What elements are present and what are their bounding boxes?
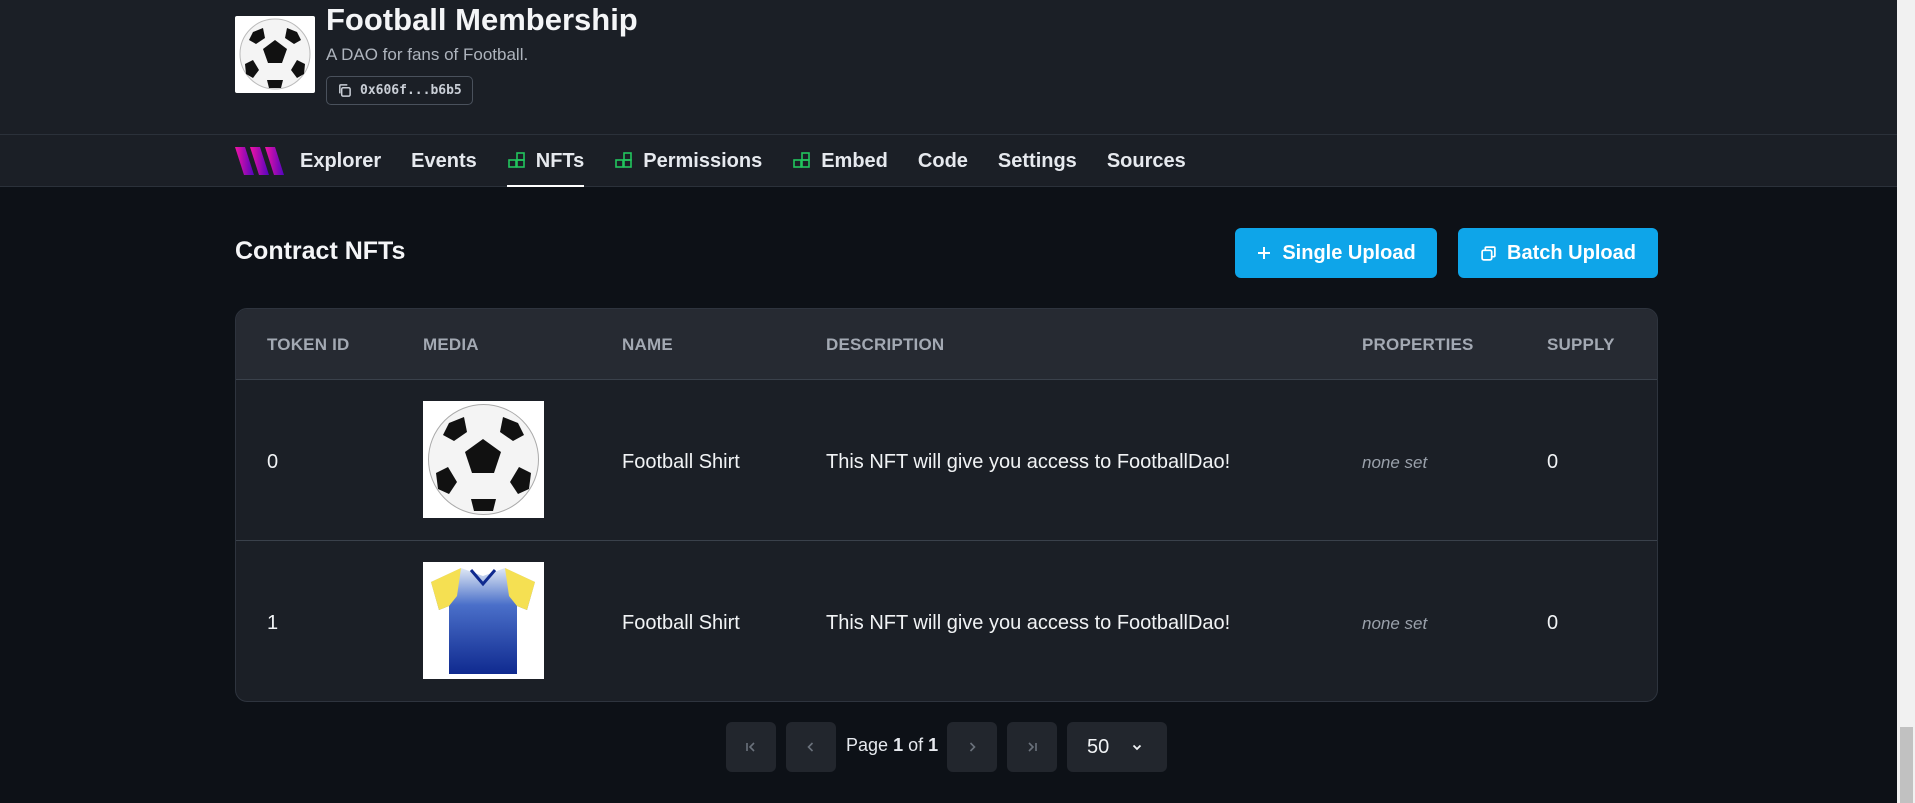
tab-explorer[interactable]: Explorer [300, 135, 381, 187]
column-header-media[interactable]: MEDIA [423, 335, 479, 355]
nft-name: Football Shirt [622, 612, 740, 634]
table-header: TOKEN ID MEDIA NAME DESCRIPTION PROPERTI… [236, 309, 1657, 380]
extension-icon [615, 152, 633, 168]
copy-address-button[interactable]: 0x606f...b6b5 [326, 76, 473, 105]
chevron-left-icon [807, 742, 814, 752]
page-indicator: Page 1 of 1 [846, 735, 938, 756]
nft-description: This NFT will give you access to Footbal… [826, 612, 1231, 634]
single-upload-button[interactable]: Single Upload [1235, 228, 1437, 278]
extension-icon [793, 152, 811, 168]
of-label: of [908, 735, 924, 755]
token-id: 0 [267, 451, 279, 473]
contract-nav: Explorer Events NFTs Permissions Embed C… [0, 135, 1897, 187]
tab-label: Events [411, 149, 477, 172]
tab-events[interactable]: Events [411, 135, 477, 187]
tab-sources[interactable]: Sources [1107, 135, 1186, 187]
nft-table: TOKEN ID MEDIA NAME DESCRIPTION PROPERTI… [235, 308, 1658, 702]
contract-logo [235, 16, 315, 93]
copy-icon [1481, 245, 1496, 261]
first-page-icon [746, 742, 755, 752]
chevron-right-icon [969, 742, 976, 752]
tab-label: Code [917, 149, 968, 172]
tab-permissions[interactable]: Permissions [614, 135, 762, 187]
next-page-button[interactable] [947, 722, 997, 772]
previous-page-button[interactable] [786, 722, 836, 772]
contract-title: Football Membership [326, 2, 638, 37]
tab-label: NFTs [535, 149, 585, 172]
batch-upload-button[interactable]: Batch Upload [1458, 228, 1658, 278]
copy-icon [339, 84, 351, 97]
table-row[interactable]: 0 Football Shirt This NFT will give you … [236, 381, 1657, 541]
thirdweb-logo-icon[interactable] [235, 144, 287, 183]
page-title: Contract NFTs [235, 237, 406, 265]
tab-nfts[interactable]: NFTs [506, 135, 585, 187]
nft-name: Football Shirt [622, 451, 740, 473]
tab-label: Embed [821, 149, 888, 172]
extension-icon [507, 152, 525, 168]
tab-embed[interactable]: Embed [792, 135, 888, 187]
page-size-select[interactable]: 50 [1067, 722, 1167, 772]
contract-description: A DAO for fans of Football. [326, 45, 529, 64]
column-header-description[interactable]: DESCRIPTION [826, 335, 944, 355]
contract-address: 0x606f...b6b5 [360, 83, 462, 98]
tab-settings[interactable]: Settings [998, 135, 1077, 187]
nft-description: This NFT will give you access to Footbal… [826, 451, 1231, 473]
nft-media-soccer-ball [423, 401, 544, 518]
last-page-button[interactable] [1007, 722, 1057, 772]
column-header-name[interactable]: NAME [622, 335, 673, 355]
page-label: Page [846, 735, 889, 755]
chevron-down-icon [1133, 744, 1142, 751]
scrollbar-thumb[interactable] [1900, 727, 1913, 803]
nft-supply: 0 [1547, 451, 1559, 473]
column-header-properties[interactable]: PROPERTIES [1362, 335, 1474, 355]
tab-label: Permissions [643, 149, 763, 172]
table-row[interactable]: 1 Football Shirt This NFT will give you … [236, 542, 1657, 701]
tab-list: Explorer Events NFTs Permissions Embed C… [300, 135, 1186, 187]
column-header-supply[interactable]: SUPPLY [1547, 335, 1615, 355]
tab-label: Explorer [300, 149, 382, 172]
page-size-value: 50 [1087, 735, 1110, 758]
tab-label: Settings [997, 149, 1077, 172]
current-page: 1 [893, 735, 904, 755]
token-id: 1 [267, 612, 279, 634]
nft-properties: none set [1362, 453, 1428, 472]
first-page-button[interactable] [726, 722, 776, 772]
button-label: Single Upload [1282, 241, 1416, 264]
scrollbar-track[interactable] [1897, 0, 1915, 803]
nft-media-football-shirt [423, 562, 544, 679]
tab-code[interactable]: Code [918, 135, 968, 187]
plus-icon [1258, 247, 1271, 259]
contract-header: Football Membership A DAO for fans of Fo… [0, 0, 1897, 135]
nft-supply: 0 [1547, 612, 1559, 634]
last-page-icon [1028, 742, 1037, 752]
button-label: Batch Upload [1507, 241, 1636, 264]
tab-label: Sources [1106, 149, 1186, 172]
nft-properties: none set [1362, 614, 1428, 633]
column-header-token-id[interactable]: TOKEN ID [267, 335, 350, 355]
total-pages: 1 [928, 735, 939, 755]
